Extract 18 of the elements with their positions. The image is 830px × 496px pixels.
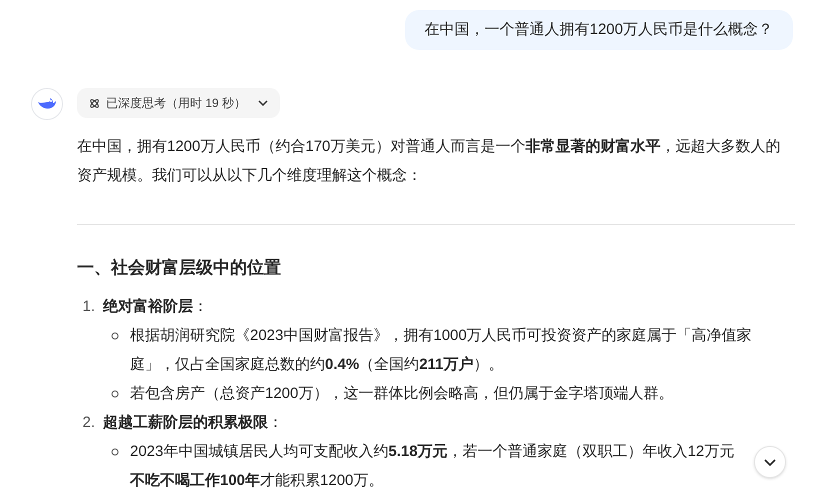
bullet-icon xyxy=(111,332,119,340)
answer-paragraph: 在中国，拥有1200万人民币（约合170万美元）对普通人而言是一个非常显著的财富水平，远超大多数人的资产规模。我们可以从以下几个维度理解这个概念： xyxy=(77,137,782,186)
bullet-text: 2023年中国城镇居民人均可支配收入约5.18万元，若一个普通家庭（双职工）年收入12万元不吃不喝工作100年才能积累1200万。 xyxy=(130,442,736,491)
bullet-text: 若包含房产（总资产1200万），这一群体比例会略高，但仍属于金字塔顶端人群。 xyxy=(130,384,674,404)
thinking-toggle[interactable]: 已深度思考（用时 19 秒） xyxy=(77,88,280,118)
list-number: 2. xyxy=(81,413,96,433)
chevron-down-icon xyxy=(764,458,776,466)
user-message: 在中国，一个普通人拥有1200万人民币是什么概念？ xyxy=(404,10,793,50)
atom-icon xyxy=(89,98,100,108)
list-number: 1. xyxy=(81,297,96,317)
bullet-text: 根据胡润研究院《2023中国财富报告》，拥有1000万人民币可投资资产的家庭属于「高净值家庭」，仅占全国家庭总数的约0.4%（全国约211万户）。 xyxy=(130,326,753,375)
bullet-icon xyxy=(111,390,119,398)
bullet-icon xyxy=(111,448,119,456)
section-heading: 一、社会财富层级中的位置 xyxy=(77,257,282,279)
list-item-title: 超越工薪阶层的积累极限： xyxy=(103,413,283,433)
scroll-down-button[interactable] xyxy=(754,446,786,478)
list-item-title: 绝对富裕阶层： xyxy=(103,297,208,317)
chevron-down-icon xyxy=(258,100,268,106)
